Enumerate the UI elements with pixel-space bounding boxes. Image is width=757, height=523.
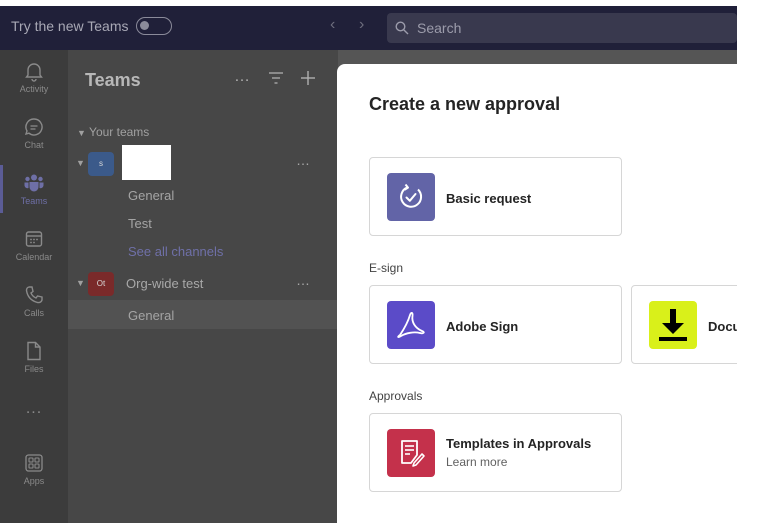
rail-item-calendar[interactable]: Calendar (0, 228, 68, 262)
search-icon (395, 21, 409, 35)
team-caret-icon: ▼ (76, 158, 85, 168)
rail-item-activity[interactable]: Activity (0, 60, 68, 94)
rail-label-calendar: Calendar (15, 252, 53, 262)
team-avatar: s (88, 152, 114, 176)
search-input[interactable]: Search (387, 13, 737, 43)
teams-panel: Teams … ▼ Your teams ▼ s … General Test (68, 50, 338, 523)
more-dots-icon: ... (25, 400, 43, 417)
app-rail: Activity Chat Teams Calendar Calls Files… (0, 50, 68, 523)
team-caret-icon: ▼ (76, 278, 85, 288)
search-placeholder: Search (417, 20, 462, 36)
adobe-sign-card[interactable]: Adobe Sign (369, 285, 622, 364)
rail-item-files[interactable]: Files (0, 340, 68, 374)
rail-item-apps[interactable]: Apps (0, 452, 68, 486)
team-name: Org-wide test (126, 276, 204, 291)
teams-icon (24, 174, 44, 192)
learn-more-link[interactable]: Learn more (446, 455, 507, 469)
rail-label-teams: Teams (20, 196, 48, 206)
team-more-icon[interactable]: … (296, 272, 311, 288)
adobe-sign-label: Adobe Sign (446, 319, 519, 334)
bell-icon (25, 63, 43, 82)
rail-label-files: Files (24, 364, 44, 374)
right-edge-margin (737, 0, 757, 523)
channel-item[interactable]: General (128, 188, 174, 203)
rail-label-chat: Chat (24, 140, 44, 150)
try-new-teams-toggle[interactable] (136, 17, 172, 35)
top-bar: Try the new Teams ‹ › Search (0, 6, 737, 50)
filter-icon[interactable] (268, 71, 284, 85)
file-icon (27, 341, 41, 361)
adobe-sign-icon (387, 301, 435, 349)
docusign-card[interactable]: Docu (631, 285, 737, 364)
templates-label: Templates in Approvals (446, 436, 592, 451)
templates-card[interactable]: Templates in Approvals Learn more (369, 413, 622, 492)
esign-section-label: E-sign (369, 261, 404, 275)
more-options-icon[interactable]: … (234, 68, 251, 86)
team-row[interactable]: ▼ s … (68, 145, 338, 180)
your-teams-header[interactable]: ▼ Your teams (77, 125, 149, 139)
rail-label-activity: Activity (19, 84, 49, 94)
your-teams-label: Your teams (89, 125, 150, 139)
calendar-icon (25, 231, 43, 247)
apps-icon (25, 454, 43, 472)
template-icon (387, 429, 435, 477)
rail-label-calls: Calls (23, 308, 44, 318)
create-approval-dialog: Create a new approval Basic request E-si… (337, 64, 737, 523)
team-more-icon[interactable]: … (296, 152, 311, 168)
toggle-knob (140, 21, 149, 30)
basic-request-card[interactable]: Basic request (369, 157, 622, 236)
basic-request-label: Basic request (446, 191, 532, 206)
phone-icon (25, 286, 43, 304)
panel-title: Teams (85, 70, 141, 90)
selected-channel-highlight (68, 300, 338, 329)
collapse-caret-icon: ▼ (77, 128, 86, 138)
docusign-download-icon (649, 301, 697, 349)
channel-item[interactable]: Test (128, 216, 152, 231)
forward-arrow-icon[interactable]: › (359, 16, 364, 34)
dialog-title: Create a new approval (369, 94, 561, 114)
team-avatar: Ot (88, 272, 114, 296)
rail-item-chat[interactable]: Chat (0, 116, 68, 150)
rail-item-teams[interactable]: Teams (0, 172, 68, 206)
docusign-label: Docu (708, 319, 737, 334)
redacted-team-name (122, 145, 171, 180)
back-arrow-icon[interactable]: ‹ (330, 16, 335, 34)
chat-icon (24, 118, 43, 136)
channel-item[interactable]: General (128, 308, 174, 323)
approvals-section-label: Approvals (369, 389, 423, 403)
rail-item-calls[interactable]: Calls (0, 284, 68, 318)
team-row[interactable]: ▼ Ot Org-wide test … (68, 270, 338, 298)
add-icon[interactable] (300, 70, 316, 86)
see-all-channels-link[interactable]: See all channels (128, 244, 223, 259)
rail-more-button[interactable]: ... (0, 400, 68, 418)
try-new-teams-label: Try the new Teams (11, 18, 129, 34)
rail-label-apps: Apps (23, 476, 45, 486)
approval-check-icon (387, 173, 435, 221)
